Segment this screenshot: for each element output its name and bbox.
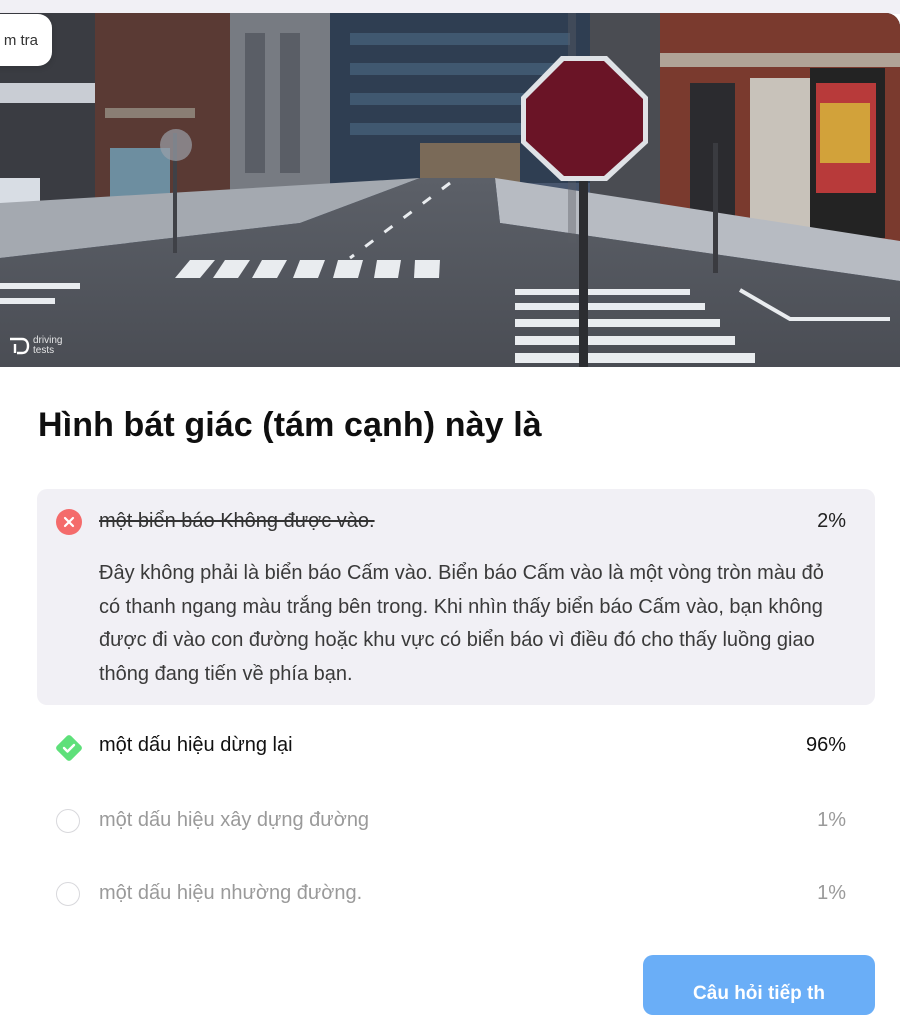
answer-percent: 2% (817, 510, 846, 532)
watermark: driving tests (8, 336, 62, 356)
answer-label: một dấu hiệu dừng lại (99, 734, 293, 756)
answer-percent: 96% (805, 734, 846, 756)
watermark-line-2: tests (33, 345, 55, 356)
answer-option-2[interactable]: một dấu hiệu dừng lại 96% (37, 722, 875, 772)
question-image: driving tests (0, 13, 900, 367)
answer-percent: 1% (817, 809, 846, 831)
check-icon (54, 733, 84, 763)
answer-option-1[interactable]: một biển báo Không được vào. 2% Đây khôn… (37, 489, 875, 705)
answer-percent: 1% (817, 882, 846, 904)
test-tab-label: m tra (3, 31, 38, 49)
answer-label: một dấu hiệu nhường đường. (99, 882, 363, 904)
test-tab[interactable]: m tra (0, 14, 52, 66)
answer-explanation: Đây không phải là biển báo Cấm vào. Biển… (99, 562, 824, 685)
answer-option-4[interactable]: một dấu hiệu nhường đường. 1% (37, 870, 875, 920)
question-title: Hình bát giác (tám cạnh) này là (38, 406, 542, 444)
radio-empty-icon (56, 882, 80, 906)
top-strip (0, 0, 900, 14)
answer-option-3[interactable]: một dấu hiệu xây dựng đường 1% (37, 797, 875, 847)
answer-label: một biển báo Không được vào. (99, 510, 375, 532)
street-scene (0, 13, 900, 367)
driving-tests-logo-icon (10, 337, 30, 355)
answer-label: một dấu hiệu xây dựng đường (99, 809, 370, 831)
next-question-button[interactable]: Câu hỏi tiếp th (643, 955, 875, 1015)
close-icon (56, 509, 82, 535)
radio-empty-icon (56, 809, 80, 833)
